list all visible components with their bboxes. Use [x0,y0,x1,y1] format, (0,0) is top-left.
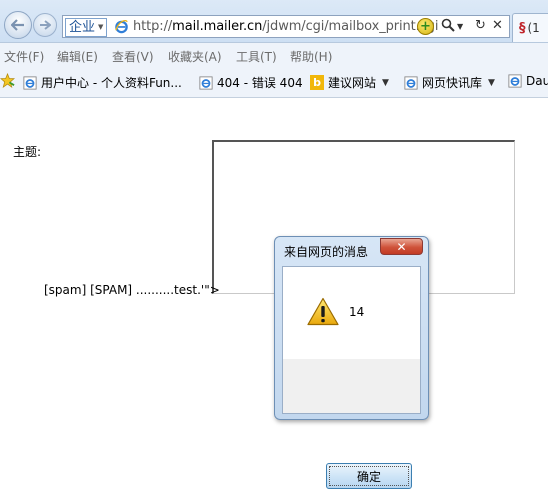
dialog-close-button[interactable]: ✕ [380,238,423,255]
url-text[interactable]: http://mail.mailer.cn/jdwm/cgi/mailbox_p… [133,19,439,34]
browser-tab[interactable]: § (1 [512,13,548,42]
menu-help[interactable]: 帮助(H) [290,48,332,65]
menu-view[interactable]: 查看(V) [112,48,154,65]
subject-label: 主题: [13,145,42,159]
favorites-bar: 用户中心 - 个人资料Fun... 404 - 错误 404 b 建议网站 ▼ … [0,67,548,98]
ie-page-icon [199,75,213,90]
close-icon: ✕ [396,239,407,254]
chevron-down-icon: ▼ [488,77,495,88]
address-bar[interactable]: 企业 ▼ http://mail.mailer.cn/jdwm/cgi/mail… [62,15,510,38]
dialog-body: 14 确定 [282,266,421,489]
dialog-message: 14 [349,305,365,319]
zone-label: 企业 [69,20,96,35]
ie-page-icon [404,75,418,90]
navigation-bar: 企业 ▼ http://mail.mailer.cn/jdwm/cgi/mail… [0,0,548,43]
tab-label: (1 [527,21,540,35]
forward-button[interactable] [33,13,57,37]
favorite-label: 用户中心 - 个人资料Fun... [41,76,182,90]
menu-favorites[interactable]: 收藏夹(A) [168,48,222,65]
url-domain: mail.mailer.cn [172,19,263,34]
refresh-icon[interactable]: ↻ [475,18,486,33]
bing-icon: b [310,75,324,90]
favorite-link-404[interactable]: 404 - 错误 404 [199,74,303,91]
ie-page-icon [115,19,128,34]
zone-dropdown[interactable]: 企业 ▼ [65,18,108,37]
tab-favicon-icon: § [519,20,526,36]
menu-edit[interactable]: 编辑(E) [57,48,98,65]
favorite-label: 网页快讯库 [422,76,483,90]
warning-icon [307,297,339,326]
favorite-link-suggested-sites[interactable]: b 建议网站 ▼ [310,74,389,91]
subject-text: [spam] [SPAM] ..........test.'"> [44,283,220,297]
search-icon[interactable] [441,18,455,36]
chevron-down-icon[interactable]: ▼ [457,22,463,31]
favorite-link-user-center[interactable]: 用户中心 - 个人资料Fun... [23,74,182,91]
ie-page-icon [23,75,37,90]
favorite-label: Dau [526,74,548,88]
dialog-footer: 确定 [283,359,420,489]
menu-tools[interactable]: 工具(T) [236,48,277,65]
favorite-link-web-slice-gallery[interactable]: 网页快讯库 ▼ [404,74,495,91]
back-button[interactable] [4,11,32,39]
favorite-label: 404 - 错误 404 [217,76,303,90]
dialog-title: 来自网页的消息 [284,245,369,259]
url-path: /jdwm/cgi/mailbox_print.cgi [262,19,439,34]
menu-file[interactable]: 文件(F) [4,48,44,65]
back-arrow-icon [11,19,24,31]
forward-arrow-icon [40,20,51,30]
ie-page-icon [508,74,522,88]
chevron-down-icon: ▼ [98,23,104,31]
menu-bar: 文件(F) 编辑(E) 查看(V) 收藏夹(A) 工具(T) 帮助(H) [0,43,548,67]
alert-dialog: 来自网页的消息 ✕ 14 确定 [274,236,429,489]
chevron-down-icon: ▼ [382,77,389,88]
compatibility-view-icon[interactable]: + [417,18,434,35]
url-prefix: http:// [133,19,173,34]
favorite-link-dau[interactable]: Dau [508,74,548,88]
close-icon[interactable]: ✕ [492,18,503,33]
favorites-star-icon[interactable] [0,73,15,88]
ok-button[interactable]: 确定 [326,463,412,489]
favorite-label: 建议网站 [328,76,377,90]
